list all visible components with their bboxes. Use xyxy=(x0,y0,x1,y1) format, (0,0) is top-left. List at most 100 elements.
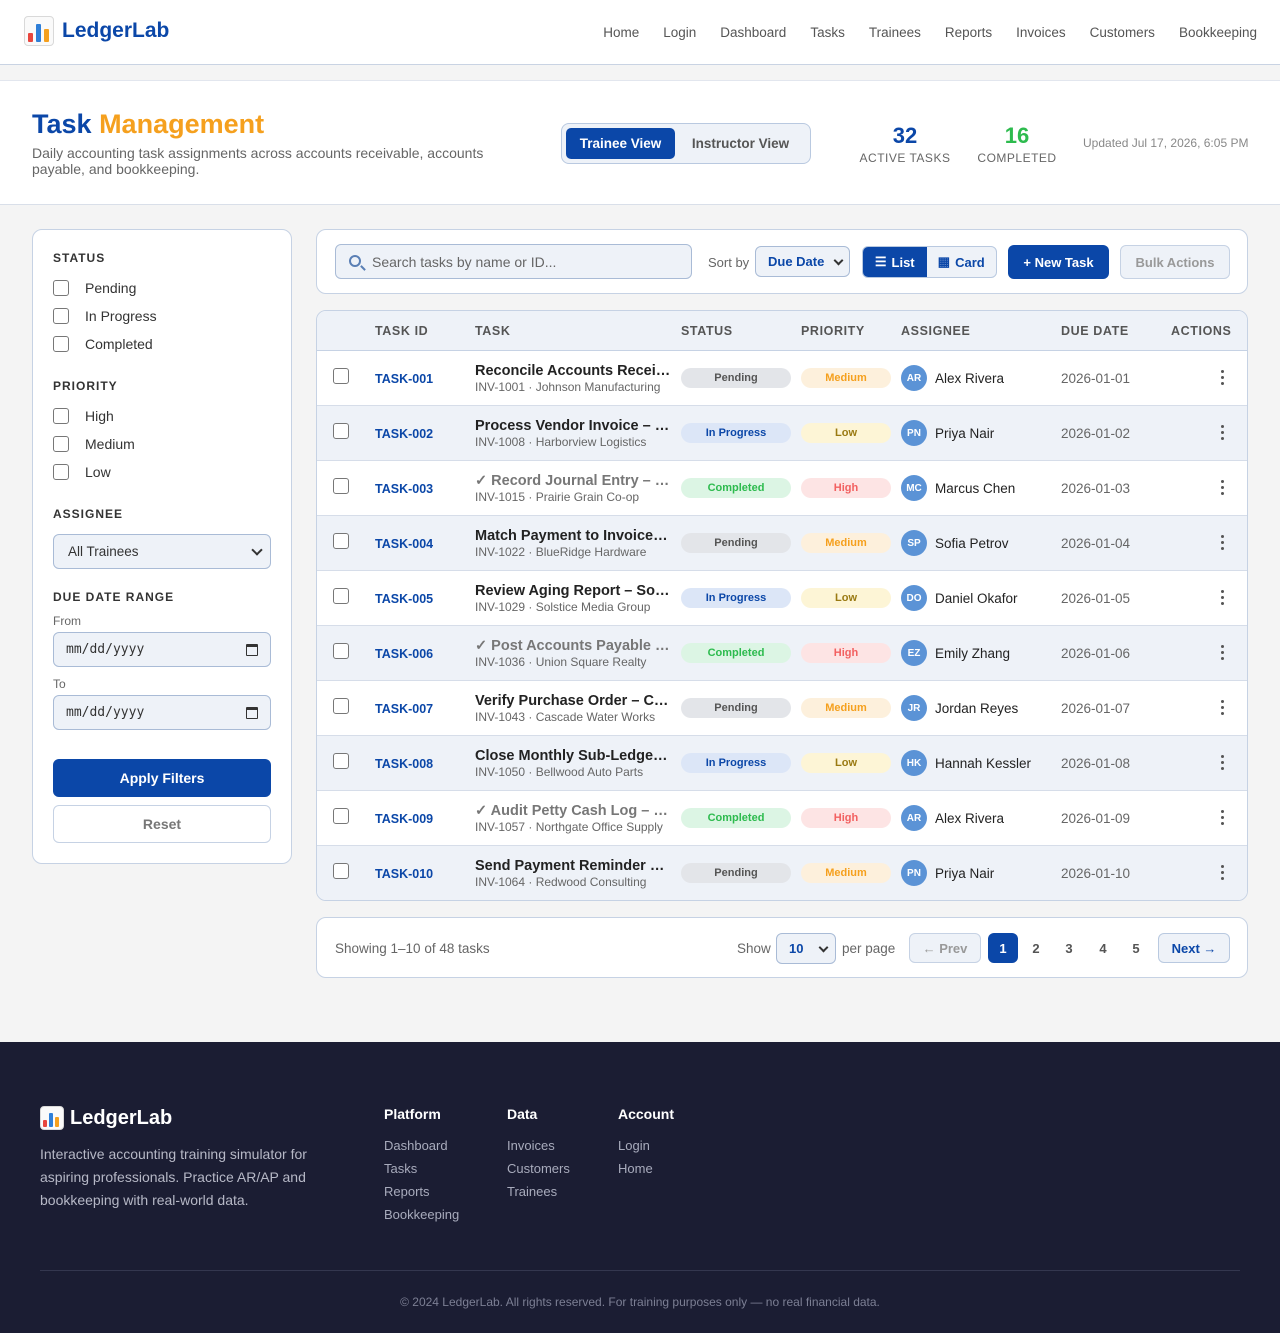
task-id-link[interactable]: TASK-010 xyxy=(375,867,433,881)
filter-priority-low[interactable]: Low xyxy=(53,464,111,480)
row-checkbox[interactable] xyxy=(333,808,349,824)
footer-link-trainees[interactable]: Trainees xyxy=(507,1184,570,1199)
col-status[interactable]: STATUS xyxy=(681,324,733,338)
filter-status-in-progress[interactable]: In Progress xyxy=(53,308,157,324)
nav-dashboard[interactable]: Dashboard xyxy=(720,25,786,40)
task-id-link[interactable]: TASK-008 xyxy=(375,757,433,771)
row-checkbox[interactable] xyxy=(333,478,349,494)
footer-link-tasks[interactable]: Tasks xyxy=(384,1161,459,1176)
col-task[interactable]: TASK xyxy=(475,324,511,338)
nav-bookkeeping[interactable]: Bookkeeping xyxy=(1179,25,1257,40)
more-actions-icon[interactable] xyxy=(1213,530,1231,554)
page-3-button[interactable]: 3 xyxy=(1054,933,1084,963)
filter-status-completed[interactable]: Completed xyxy=(53,336,153,352)
task-title[interactable]: ✓ Post Accounts Payable – Union Square R… xyxy=(475,638,671,654)
table-row[interactable]: TASK-003 ✓ Record Journal Entry – Prairie… xyxy=(317,461,1247,516)
table-row[interactable]: TASK-006 ✓ Post Accounts Payable – Union … xyxy=(317,626,1247,681)
task-id-link[interactable]: TASK-004 xyxy=(375,537,433,551)
reset-filters-button[interactable]: Reset xyxy=(53,805,271,843)
table-row[interactable]: TASK-007 Verify Purchase Order – Cascade … xyxy=(317,681,1247,736)
prev-page-button[interactable]: ← Prev xyxy=(909,933,981,963)
nav-invoices[interactable]: Invoices xyxy=(1016,25,1066,40)
per-page-select[interactable]: 10 xyxy=(776,933,836,964)
footer-brand[interactable]: LedgerLab xyxy=(40,1106,172,1130)
from-date-input[interactable]: mm/dd/yyyy xyxy=(53,632,271,667)
search-input[interactable]: Search tasks by name or ID... xyxy=(335,244,692,279)
checkbox[interactable] xyxy=(53,336,69,352)
nav-tasks[interactable]: Tasks xyxy=(810,25,845,40)
more-actions-icon[interactable] xyxy=(1213,365,1231,389)
instructor-view-button[interactable]: Instructor View xyxy=(675,128,806,159)
row-checkbox[interactable] xyxy=(333,643,349,659)
task-title[interactable]: Review Aging Report – Solstice Media Gro… xyxy=(475,583,671,599)
task-title[interactable]: Match Payment to Invoice – BlueRidge Har… xyxy=(475,528,671,544)
table-row[interactable]: TASK-010 Send Payment Reminder – Redwood … xyxy=(317,846,1247,900)
footer-link-customers[interactable]: Customers xyxy=(507,1161,570,1176)
card-view-button[interactable]: ▦ Card xyxy=(927,247,996,277)
calendar-icon[interactable] xyxy=(246,707,258,719)
footer-link-home[interactable]: Home xyxy=(618,1161,674,1176)
checkbox[interactable] xyxy=(53,308,69,324)
bulk-actions-button[interactable]: Bulk Actions xyxy=(1120,245,1230,279)
new-task-button[interactable]: + New Task xyxy=(1008,245,1109,279)
table-row[interactable]: TASK-001 Reconcile Accounts Receivable – … xyxy=(317,351,1247,406)
row-checkbox[interactable] xyxy=(333,863,349,879)
checkbox[interactable] xyxy=(53,436,69,452)
col-due-date[interactable]: DUE DATE xyxy=(1061,324,1129,338)
task-id-link[interactable]: TASK-002 xyxy=(375,427,433,441)
checkbox[interactable] xyxy=(53,464,69,480)
more-actions-icon[interactable] xyxy=(1213,695,1231,719)
task-title[interactable]: ✓ Record Journal Entry – Prairie Grain C… xyxy=(475,473,671,489)
footer-link-bookkeeping[interactable]: Bookkeeping xyxy=(384,1207,459,1222)
sort-select[interactable]: Due Date xyxy=(755,246,850,277)
task-id-link[interactable]: TASK-007 xyxy=(375,702,433,716)
more-actions-icon[interactable] xyxy=(1213,805,1231,829)
page-1-button[interactable]: 1 xyxy=(988,933,1018,963)
filter-status-pending[interactable]: Pending xyxy=(53,280,136,296)
task-title[interactable]: Process Vendor Invoice – Harborview Logi… xyxy=(475,418,671,434)
checkbox[interactable] xyxy=(53,280,69,296)
more-actions-icon[interactable] xyxy=(1213,640,1231,664)
nav-trainees[interactable]: Trainees xyxy=(869,25,921,40)
footer-link-dashboard[interactable]: Dashboard xyxy=(384,1138,459,1153)
nav-customers[interactable]: Customers xyxy=(1090,25,1155,40)
row-checkbox[interactable] xyxy=(333,588,349,604)
page-2-button[interactable]: 2 xyxy=(1021,933,1051,963)
more-actions-icon[interactable] xyxy=(1213,420,1231,444)
task-id-link[interactable]: TASK-005 xyxy=(375,592,433,606)
apply-filters-button[interactable]: Apply Filters xyxy=(53,759,271,797)
footer-link-reports[interactable]: Reports xyxy=(384,1184,459,1199)
more-actions-icon[interactable] xyxy=(1213,860,1231,884)
table-row[interactable]: TASK-004 Match Payment to Invoice – BlueR… xyxy=(317,516,1247,571)
nav-login[interactable]: Login xyxy=(663,25,696,40)
footer-link-invoices[interactable]: Invoices xyxy=(507,1138,570,1153)
more-actions-icon[interactable] xyxy=(1213,750,1231,774)
task-title[interactable]: Close Monthly Sub-Ledger – Bellwood Auto… xyxy=(475,748,671,764)
list-view-button[interactable]: ☰ List xyxy=(863,247,927,277)
brand-logo[interactable]: LedgerLab xyxy=(24,16,169,46)
col-task-id[interactable]: TASK ID xyxy=(375,324,428,338)
row-checkbox[interactable] xyxy=(333,533,349,549)
to-date-input[interactable]: mm/dd/yyyy xyxy=(53,695,271,730)
task-id-link[interactable]: TASK-001 xyxy=(375,372,433,386)
task-title[interactable]: Verify Purchase Order – Cascade Water Wo… xyxy=(475,693,671,709)
page-4-button[interactable]: 4 xyxy=(1088,933,1118,963)
row-checkbox[interactable] xyxy=(333,753,349,769)
table-row[interactable]: TASK-005 Review Aging Report – Solstice M… xyxy=(317,571,1247,626)
trainee-view-button[interactable]: Trainee View xyxy=(566,128,676,159)
table-row[interactable]: TASK-002 Process Vendor Invoice – Harborv… xyxy=(317,406,1247,461)
more-actions-icon[interactable] xyxy=(1213,585,1231,609)
col-assignee[interactable]: ASSIGNEE xyxy=(901,324,970,338)
assignee-select[interactable]: All Trainees xyxy=(53,534,271,569)
col-priority[interactable]: PRIORITY xyxy=(801,324,865,338)
table-row[interactable]: TASK-009 ✓ Audit Petty Cash Log – Northga… xyxy=(317,791,1247,846)
more-actions-icon[interactable] xyxy=(1213,475,1231,499)
task-title[interactable]: Send Payment Reminder – Redwood Consulti… xyxy=(475,858,671,874)
task-id-link[interactable]: TASK-009 xyxy=(375,812,433,826)
nav-home[interactable]: Home xyxy=(603,25,639,40)
calendar-icon[interactable] xyxy=(246,644,258,656)
page-5-button[interactable]: 5 xyxy=(1121,933,1151,963)
row-checkbox[interactable] xyxy=(333,368,349,384)
task-id-link[interactable]: TASK-006 xyxy=(375,647,433,661)
row-checkbox[interactable] xyxy=(333,698,349,714)
